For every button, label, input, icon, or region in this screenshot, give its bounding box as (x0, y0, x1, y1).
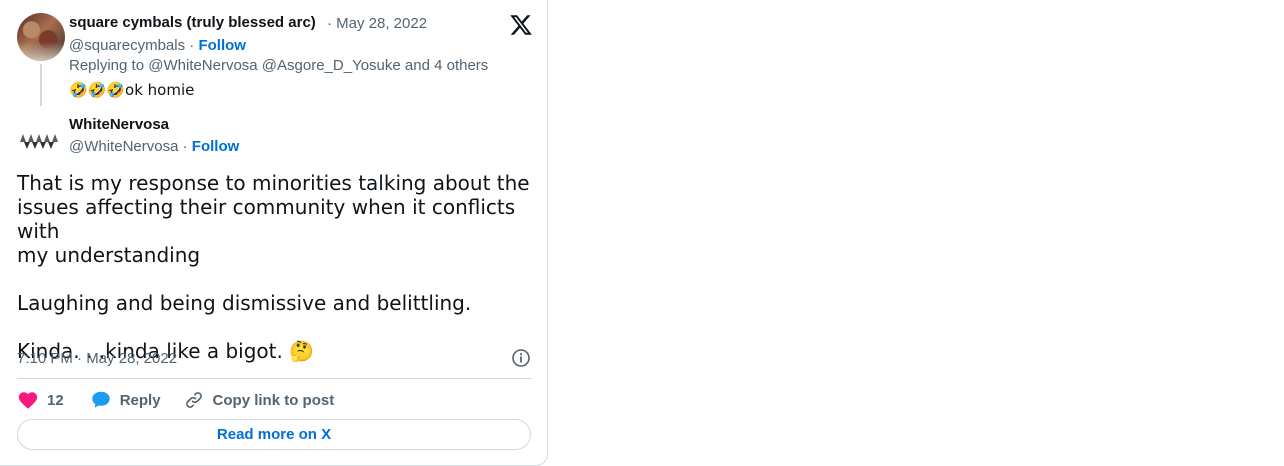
heart-icon (18, 392, 38, 409)
speech-bubble-icon (91, 391, 110, 408)
parent-avatar[interactable] (17, 13, 65, 61)
parent-tweet-text: 🤣🤣🤣ok homie (69, 81, 195, 99)
replying-to-text: Replying to @WhiteNervosa @Asgore_D_Yosu… (69, 57, 489, 74)
like-count: 12 (47, 391, 64, 409)
main-author-name[interactable]: WhiteNervosa (69, 116, 169, 133)
thread-connector-line (40, 64, 42, 106)
read-more-button[interactable]: Read more on X (17, 419, 531, 450)
tweet-timestamp[interactable]: 7:10 PM · May 28, 2022 (17, 350, 177, 367)
like-button[interactable]: 12 (17, 389, 64, 411)
action-divider (17, 378, 532, 379)
main-author-handle[interactable]: @WhiteNervosa (69, 138, 178, 155)
parent-tweet-date[interactable]: · May 28, 2022 (327, 15, 427, 32)
tweet-embed-card: square cymbals (truly blessed arc) · May… (0, 0, 548, 466)
parent-author-handle[interactable]: @squarecymbals (69, 37, 185, 54)
main-tweet-body: That is my response to minorities talkin… (17, 171, 530, 363)
copy-link-button[interactable]: Copy link to post (183, 389, 335, 411)
tweet-actions-bar: 12 Reply Copy link to post (17, 388, 356, 412)
link-icon (185, 392, 202, 408)
reply-button[interactable]: Reply (90, 389, 161, 411)
separator-dot: · (182, 138, 192, 155)
reply-label: Reply (119, 391, 161, 409)
main-follow-button[interactable]: Follow (192, 138, 240, 155)
main-avatar[interactable] (17, 118, 65, 166)
parent-follow-button[interactable]: Follow (198, 37, 246, 54)
x-logo-icon[interactable] (509, 13, 533, 37)
main-author-handle-row: @WhiteNervosa · Follow (69, 138, 239, 155)
parent-author-handle-row: @squarecymbals · Follow (69, 37, 246, 54)
info-icon[interactable] (511, 348, 531, 368)
copy-link-label: Copy link to post (212, 391, 335, 409)
parent-author-name[interactable]: square cymbals (truly blessed arc) (69, 14, 316, 31)
